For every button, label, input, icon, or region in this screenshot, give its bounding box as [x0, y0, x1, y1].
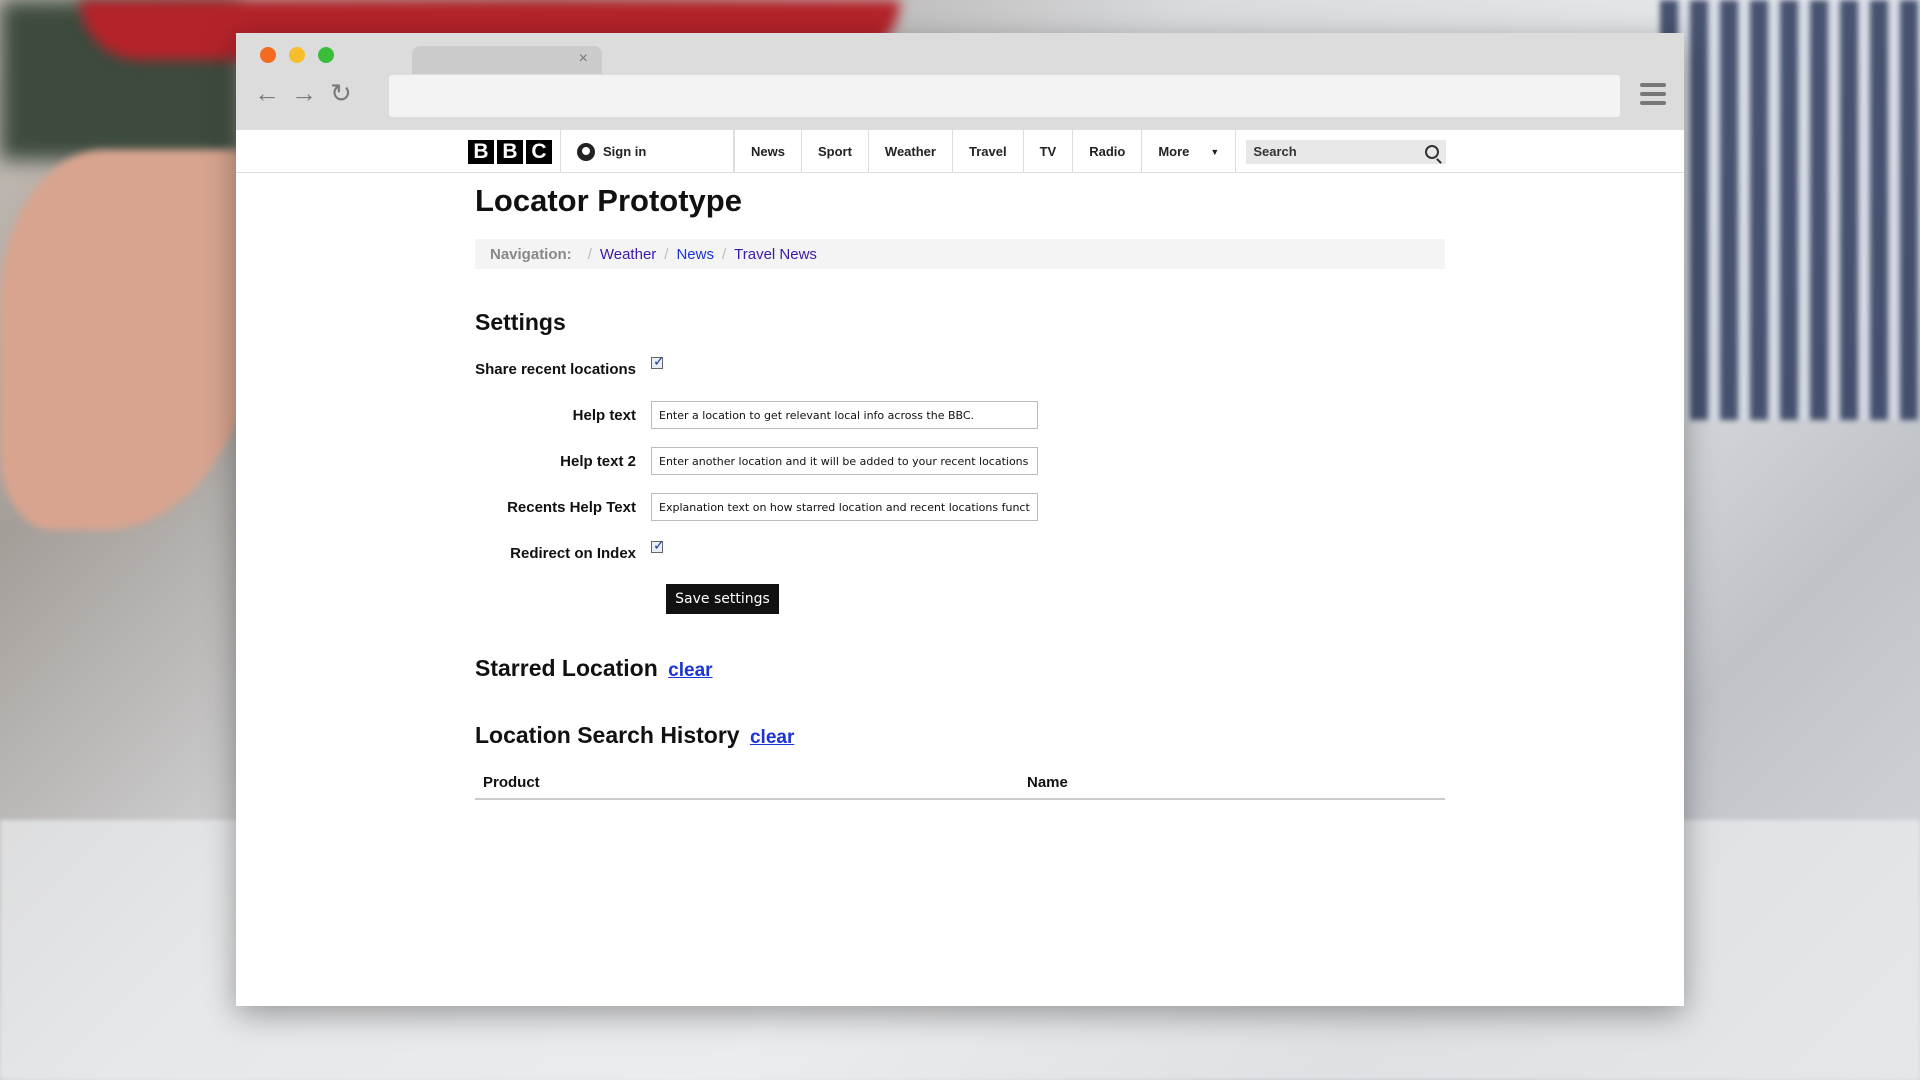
nav-link-radio[interactable]: Radio [1073, 130, 1143, 173]
browser-tab[interactable]: × [412, 46, 602, 74]
redirect-row: Redirect on Index [475, 530, 1445, 576]
background-hand [0, 150, 260, 530]
page-title: Locator Prototype [475, 183, 742, 218]
search-history-heading: Location Search History clear [475, 722, 1445, 749]
tab-close-icon[interactable]: × [579, 50, 588, 68]
background-plaid-shirt [1660, 0, 1920, 420]
share-recent-checkbox[interactable] [651, 353, 665, 370]
history-clear-link[interactable]: clear [750, 727, 794, 748]
bbc-navigation-bar: B B C Sign in News Sport Weather Travel … [236, 130, 1684, 173]
back-arrow-icon[interactable]: ← [254, 80, 280, 106]
address-bar[interactable] [389, 75, 1620, 117]
maximize-window-button[interactable] [318, 47, 334, 63]
nav-link-sport[interactable]: Sport [802, 130, 869, 173]
more-label: More [1158, 144, 1190, 159]
recents-help-row: Recents Help Text [475, 484, 1445, 530]
breadcrumb-separator: / [664, 245, 669, 263]
redirect-label: Redirect on Index [510, 544, 636, 562]
help-text-field[interactable] [651, 401, 1038, 429]
redirect-checkbox[interactable] [651, 537, 665, 554]
help-text-label: Help text [572, 406, 636, 424]
search-input[interactable]: Search [1246, 139, 1447, 164]
search-placeholder: Search [1253, 144, 1297, 159]
close-window-button[interactable] [260, 47, 276, 63]
caret-down-icon: ▼ [1210, 146, 1220, 157]
nav-link-tv[interactable]: TV [1024, 130, 1074, 173]
share-recent-row: Share recent locations [475, 346, 1445, 392]
settings-heading: Settings [475, 309, 566, 335]
breadcrumb-travel-news[interactable]: Travel News [734, 246, 817, 263]
column-header-name: Name [1027, 774, 1068, 791]
help-text-row: Help text [475, 392, 1445, 438]
recents-help-field[interactable] [651, 493, 1038, 521]
main-content: Locator Prototype Navigation: / Weather … [475, 183, 1445, 800]
sign-in-label: Sign in [603, 144, 647, 159]
browser-chrome: × ← → ↻ [236, 33, 1684, 130]
bbc-logo-letter: B [468, 139, 494, 164]
sign-in-link[interactable]: Sign in [561, 130, 734, 173]
user-icon [577, 142, 595, 161]
breadcrumb-weather[interactable]: Weather [600, 246, 656, 263]
breadcrumb: Navigation: / Weather / News / Travel Ne… [475, 239, 1445, 269]
starred-location-title: Starred Location [475, 655, 658, 681]
bbc-nav-links: News Sport Weather Travel TV Radio More … [734, 130, 1237, 173]
minimize-window-button[interactable] [289, 47, 305, 63]
hamburger-menu-icon[interactable] [1640, 83, 1666, 110]
breadcrumb-news[interactable]: News [676, 246, 714, 263]
recents-help-label: Recents Help Text [507, 498, 636, 516]
breadcrumb-label: Navigation: [490, 245, 572, 263]
help-text-2-field[interactable] [651, 447, 1038, 475]
search-icon[interactable] [1425, 144, 1440, 159]
nav-link-travel[interactable]: Travel [953, 130, 1024, 173]
bbc-logo[interactable]: B B C [468, 130, 561, 173]
nav-link-news[interactable]: News [735, 130, 802, 173]
help-text-2-label: Help text 2 [560, 452, 636, 470]
forward-arrow-icon[interactable]: → [291, 80, 317, 106]
search-history-title: Location Search History [475, 722, 740, 748]
starred-clear-link[interactable]: clear [668, 660, 712, 681]
save-settings-button[interactable]: Save settings [666, 584, 779, 614]
history-table-header: Product Name [475, 767, 1445, 800]
nav-link-weather[interactable]: Weather [869, 130, 953, 173]
breadcrumb-separator: / [721, 245, 727, 263]
bbc-logo-letter: B [497, 139, 523, 164]
nav-more-dropdown[interactable]: More ▼ [1142, 130, 1237, 173]
share-recent-label: Share recent locations [475, 360, 636, 378]
starred-location-heading: Starred Location clear [475, 655, 1445, 682]
reload-icon[interactable]: ↻ [330, 80, 352, 106]
column-header-product: Product [483, 774, 540, 791]
browser-window: × ← → ↻ B B C Sign in News Sport Weather [236, 33, 1684, 1006]
help-text-2-row: Help text 2 [475, 438, 1445, 484]
breadcrumb-separator: / [587, 245, 592, 263]
bbc-logo-letter: C [526, 139, 552, 164]
